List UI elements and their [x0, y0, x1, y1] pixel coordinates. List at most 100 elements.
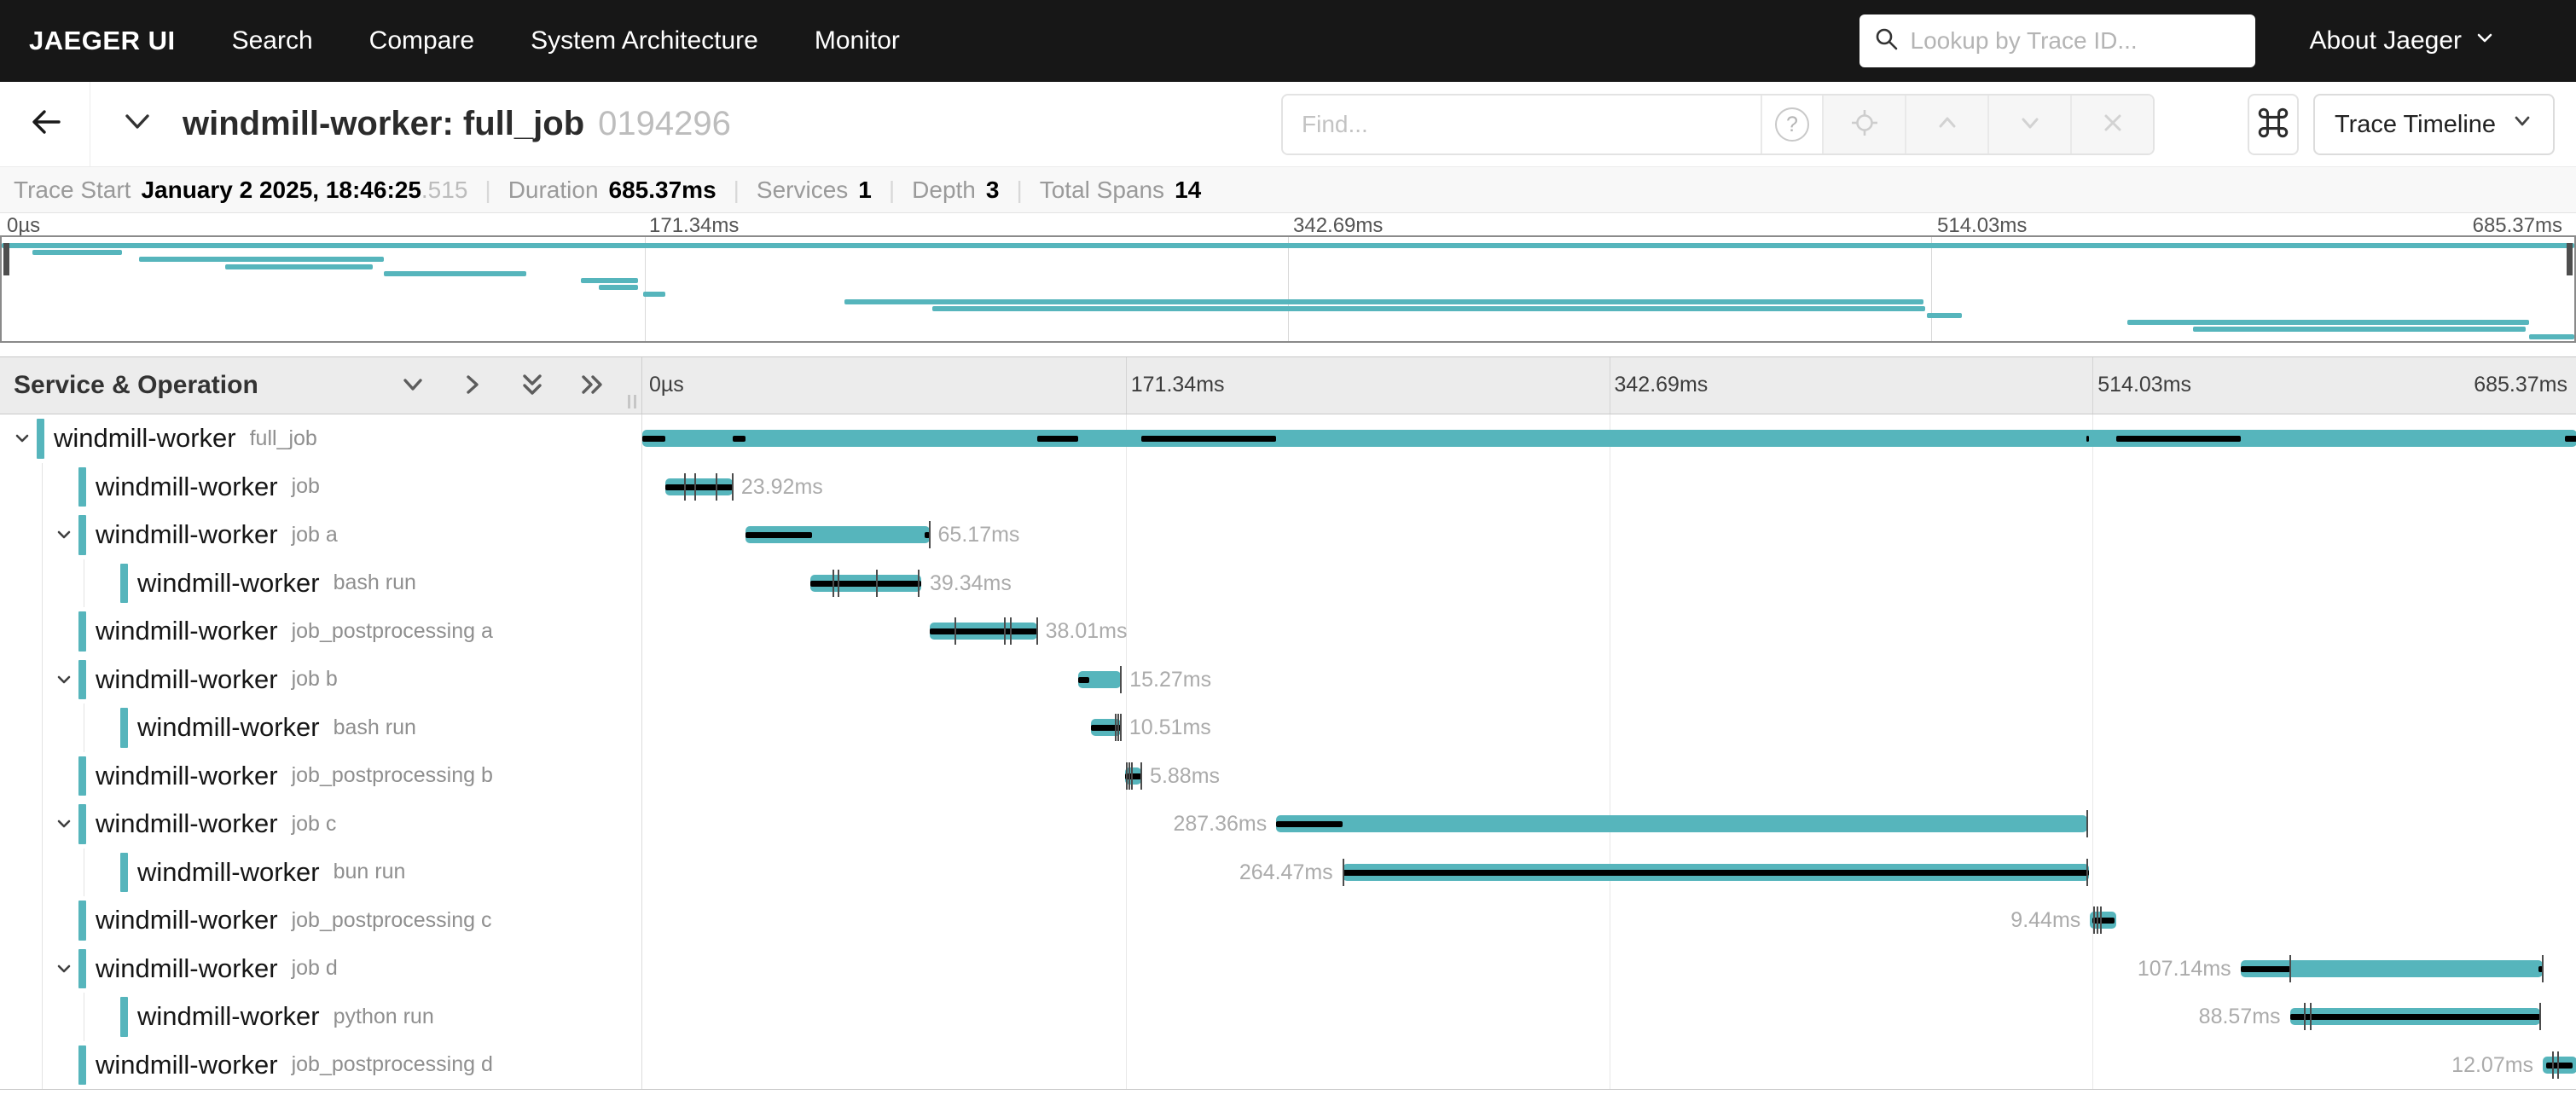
service-name: windmill-worker	[96, 1050, 278, 1080]
span-name-cell[interactable]: windmill-workerbash run	[0, 559, 641, 608]
span-names: windmill-workerbash run	[137, 559, 416, 608]
view-type-dropdown[interactable]: Trace Timeline	[2313, 94, 2555, 155]
trace-header: windmill-worker: full_job 0194296 ?	[0, 82, 2576, 167]
operation-name: job c	[292, 812, 337, 837]
double-chevron-down-icon	[517, 369, 548, 403]
grid-line	[2092, 752, 2093, 801]
timeline-minimap[interactable]	[0, 235, 2576, 343]
nav-item-compare[interactable]: Compare	[369, 26, 474, 55]
summary-divider: |	[889, 177, 895, 204]
span-row: windmill-workerbash run39.34ms	[0, 559, 2576, 608]
collapse-all-button[interactable]	[517, 369, 548, 403]
log-marker	[2557, 1051, 2559, 1079]
span-name-cell[interactable]: windmill-workerpython run	[0, 993, 641, 1041]
chevron-down-icon	[2474, 26, 2496, 55]
find-input[interactable]	[1283, 96, 1761, 153]
log-marker	[954, 617, 956, 645]
find-bar: ?	[1281, 94, 2155, 155]
chevron-down-icon[interactable]	[54, 524, 74, 549]
summary-label: Duration	[508, 177, 599, 204]
span-name-cell[interactable]: windmill-workerbun run	[0, 848, 641, 897]
nav-item-system-architecture[interactable]: System Architecture	[531, 26, 758, 55]
span-name-cell[interactable]: windmill-workerbash run	[0, 704, 641, 752]
prev-match-button[interactable]	[1905, 96, 1987, 153]
expand-one-button[interactable]	[457, 369, 488, 403]
summary-value: 685.37ms	[609, 177, 717, 204]
span-name-cell[interactable]: windmill-workerjob c	[0, 800, 641, 848]
log-marker	[876, 570, 878, 597]
span-duration-label: 23.92ms	[741, 463, 823, 512]
grid-line	[2092, 848, 2093, 897]
span-color-bar	[78, 949, 86, 989]
span-name-cell[interactable]: windmill-workerjob	[0, 463, 641, 512]
expand-all-button[interactable]	[577, 369, 607, 403]
span-bar[interactable]	[642, 430, 2576, 447]
question-mark-icon: ?	[1775, 107, 1809, 142]
span-row: windmill-workerbash run10.51ms	[0, 704, 2576, 752]
critical-path-segment	[642, 436, 665, 442]
span-name-cell[interactable]: windmill-workerjob d	[0, 945, 641, 993]
span-row: windmill-workerjob_postprocessing d12.07…	[0, 1041, 2576, 1090]
minimap-right-scrubber[interactable]	[2567, 243, 2573, 275]
critical-path-segment	[2565, 436, 2576, 442]
summary-value: 3	[986, 177, 1000, 204]
log-marker	[684, 473, 686, 501]
keyboard-shortcuts-button[interactable]	[2248, 94, 2299, 155]
span-name-cell[interactable]: windmill-workerjob_postprocessing d	[0, 1041, 641, 1090]
chevron-down-icon[interactable]	[54, 669, 74, 694]
indent-guide	[42, 800, 43, 848]
span-timeline-cell: 65.17ms	[641, 511, 2576, 559]
trace-title: windmill-worker: full_job	[183, 105, 584, 143]
focus-matches-button[interactable]	[1822, 96, 1905, 153]
clear-find-button[interactable]	[2070, 96, 2153, 153]
span-names: windmill-workerbash run	[137, 704, 416, 752]
critical-path-segment	[665, 484, 733, 490]
indent-guide	[42, 752, 43, 801]
log-marker	[918, 570, 920, 597]
grid-line	[1126, 945, 1127, 993]
log-marker	[1120, 714, 1122, 741]
summary-divider: |	[1016, 177, 1022, 204]
span-bar[interactable]	[1276, 815, 2087, 832]
critical-path-segment	[2086, 436, 2089, 442]
minimap-span-bar	[2, 243, 2574, 248]
span-name-cell[interactable]: windmill-workerjob_postprocessing b	[0, 752, 641, 801]
next-match-button[interactable]	[1987, 96, 2070, 153]
span-name-cell[interactable]: windmill-workerfull_job	[0, 414, 641, 463]
time-tick-label: 0µs	[7, 214, 40, 238]
trace-lookup-input[interactable]	[1911, 27, 2242, 55]
column-resize-handle[interactable]	[628, 395, 636, 408]
about-jaeger-menu[interactable]: About Jaeger	[2310, 26, 2496, 55]
find-help-button[interactable]: ?	[1761, 96, 1822, 153]
command-icon	[2255, 105, 2291, 145]
span-name-cell[interactable]: windmill-workerjob_postprocessing a	[0, 607, 641, 656]
minimap-left-scrubber[interactable]	[3, 243, 9, 275]
chevron-down-icon[interactable]	[54, 814, 74, 838]
nav-item-monitor[interactable]: Monitor	[815, 26, 900, 55]
app-logo[interactable]: JAEGER UI	[29, 26, 176, 56]
chevron-down-icon[interactable]	[12, 428, 32, 453]
minimap-span-bar	[932, 306, 1925, 311]
span-name-cell[interactable]: windmill-workerjob b	[0, 656, 641, 704]
collapse-trace-detail-button[interactable]	[116, 101, 159, 148]
collapse-one-button[interactable]	[397, 369, 428, 403]
critical-path-segment	[733, 436, 746, 442]
span-name-cell[interactable]: windmill-workerjob_postprocessing c	[0, 896, 641, 945]
nav-item-search[interactable]: Search	[232, 26, 313, 55]
span-row: windmill-workerbun run264.47ms	[0, 848, 2576, 897]
span-names: windmill-workerjob_postprocessing a	[96, 607, 493, 656]
time-tick-label: 685.37ms	[2473, 214, 2562, 238]
log-marker	[1126, 762, 1128, 790]
summary-label: Total Spans	[1040, 177, 1164, 204]
operation-name: bash run	[334, 715, 416, 740]
back-button[interactable]	[0, 82, 90, 166]
chevron-down-icon[interactable]	[54, 959, 74, 983]
time-tick-label: 514.03ms	[1937, 214, 2027, 238]
summary-divider: |	[484, 177, 490, 204]
grid-line	[1126, 559, 1127, 608]
minimap-span-bar	[32, 250, 122, 255]
critical-path-segment	[810, 581, 921, 587]
span-name-cell[interactable]: windmill-workerjob a	[0, 511, 641, 559]
span-table-header: Service & Operation 0µs171.34ms342.69ms5…	[0, 356, 2576, 414]
span-color-bar	[78, 1045, 86, 1086]
